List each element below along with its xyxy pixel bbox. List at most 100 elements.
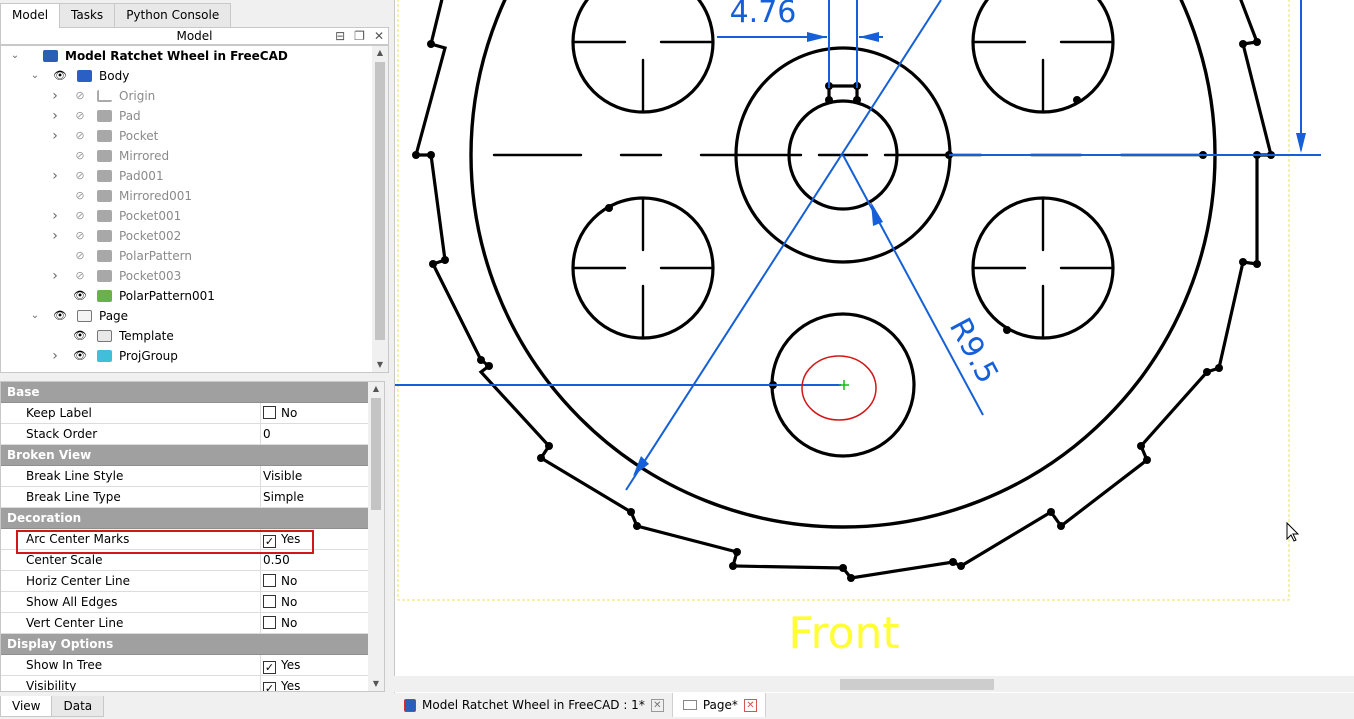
- property-group-header[interactable]: Decoration: [1, 508, 368, 529]
- view-scroll-thumb[interactable]: [840, 679, 994, 690]
- tree-item[interactable]: 👁 PolarPattern001: [1, 286, 371, 306]
- scroll-down-icon[interactable]: ▼: [368, 677, 384, 691]
- eye-hidden-icon[interactable]: ⊘: [73, 106, 87, 126]
- tree-item[interactable]: ⊘ Mirrored001: [1, 186, 371, 206]
- property-checkbox[interactable]: [263, 406, 276, 419]
- property-value[interactable]: Simple: [260, 487, 368, 507]
- property-value[interactable]: No: [260, 592, 368, 612]
- property-row[interactable]: Keep Label No: [1, 403, 368, 424]
- eye-hidden-icon[interactable]: ⊘: [73, 206, 87, 226]
- close-tab-icon[interactable]: ✕: [650, 698, 664, 712]
- property-row[interactable]: Horiz Center Line No: [1, 571, 368, 592]
- chevron-right-icon[interactable]: ›: [49, 86, 61, 106]
- eye-hidden-icon[interactable]: ⊘: [73, 226, 87, 246]
- chevron-right-icon[interactable]: ›: [49, 126, 61, 146]
- doc-tab-model[interactable]: Model Ratchet Wheel in FreeCAD : 1* ✕: [394, 693, 673, 717]
- tree-item[interactable]: › ⊘ Pad001: [1, 166, 371, 186]
- float-icon[interactable]: ⊟: [335, 28, 345, 44]
- eye-icon[interactable]: 👁: [73, 346, 87, 366]
- property-value[interactable]: No: [260, 571, 368, 591]
- property-group-header[interactable]: Broken View: [1, 445, 368, 466]
- property-value-text: Simple: [263, 490, 304, 504]
- property-checkbox[interactable]: [263, 574, 276, 587]
- close-icon[interactable]: ✕: [374, 28, 384, 44]
- techdraw-page-view[interactable]: 4.76 R9.5 Front: [394, 0, 1354, 693]
- view-label-front[interactable]: Front: [788, 608, 899, 659]
- eye-hidden-icon[interactable]: ⊘: [73, 86, 87, 106]
- tree-item[interactable]: › ⊘ Pad: [1, 106, 371, 126]
- tab-python-console[interactable]: Python Console: [114, 3, 232, 27]
- tree-item[interactable]: › ⊘ Pocket003: [1, 266, 371, 286]
- property-row[interactable]: Stack Order 0: [1, 424, 368, 445]
- eye-icon[interactable]: 👁: [53, 306, 67, 326]
- drawing-canvas[interactable]: 4.76 R9.5 Front: [395, 0, 1354, 676]
- eye-icon[interactable]: 👁: [73, 286, 87, 306]
- doc-tab-label: Page*: [702, 698, 738, 712]
- chevron-down-icon[interactable]: ⌄: [9, 46, 21, 66]
- props-scroll-thumb[interactable]: [371, 398, 381, 510]
- dimension-radius-label[interactable]: R9.5: [942, 312, 1005, 389]
- tree-item[interactable]: › ⊘ Pocket001: [1, 206, 371, 226]
- chevron-down-icon[interactable]: ⌄: [29, 66, 41, 86]
- eye-icon[interactable]: 👁: [73, 326, 87, 346]
- property-checkbox[interactable]: [263, 595, 276, 608]
- tree-item[interactable]: › ⊘ Origin: [1, 86, 371, 106]
- eye-hidden-icon[interactable]: ⊘: [73, 126, 87, 146]
- props-scrollbar[interactable]: ▲ ▼: [368, 382, 384, 691]
- property-value[interactable]: ✓ Yes: [260, 655, 368, 675]
- scroll-down-icon[interactable]: ▼: [372, 358, 388, 372]
- tree-item[interactable]: ⌄ 👁 Page: [1, 306, 371, 326]
- tab-view[interactable]: View: [0, 696, 53, 717]
- property-row[interactable]: Show All Edges No: [1, 592, 368, 613]
- chevron-right-icon[interactable]: ›: [49, 346, 61, 366]
- eye-hidden-icon[interactable]: ⊘: [73, 146, 87, 166]
- undock-icon[interactable]: ❐: [354, 28, 365, 44]
- tree-item[interactable]: › 👁 ProjGroup: [1, 346, 371, 366]
- eye-hidden-icon[interactable]: ⊘: [73, 246, 87, 266]
- chevron-right-icon[interactable]: ›: [49, 226, 61, 246]
- tree-item[interactable]: ⊘ Mirrored: [1, 146, 371, 166]
- eye-icon[interactable]: 👁: [53, 66, 67, 86]
- tree-item[interactable]: 👁 Template: [1, 326, 371, 346]
- property-row[interactable]: Visibility ✓ Yes: [1, 676, 368, 691]
- tree-scrollbar[interactable]: ▲ ▼: [372, 46, 388, 372]
- property-group-header[interactable]: Base: [1, 382, 368, 403]
- property-value[interactable]: No: [260, 403, 368, 423]
- property-row[interactable]: Break Line Style Visible: [1, 466, 368, 487]
- property-row[interactable]: Show In Tree ✓ Yes: [1, 655, 368, 676]
- tree-scroll-thumb[interactable]: [375, 62, 385, 340]
- eye-hidden-icon[interactable]: ⊘: [73, 266, 87, 286]
- chevron-right-icon[interactable]: ›: [49, 166, 61, 186]
- chevron-right-icon[interactable]: ›: [49, 266, 61, 286]
- property-group-header[interactable]: Display Options: [1, 634, 368, 655]
- tab-model[interactable]: Model: [0, 3, 61, 28]
- tree-item[interactable]: › ⊘ Pocket: [1, 126, 371, 146]
- model-tree[interactable]: ▲ ▼ ⌄ Model Ratchet Wheel in FreeCAD ⌄ 👁 Bod…: [0, 45, 389, 373]
- tree-item[interactable]: ⊘ PolarPattern: [1, 246, 371, 266]
- tree-item[interactable]: ⌄ Model Ratchet Wheel in FreeCAD: [1, 46, 371, 66]
- chevron-right-icon[interactable]: ›: [49, 206, 61, 226]
- tab-data[interactable]: Data: [51, 696, 105, 717]
- dimension-width-label[interactable]: 4.76: [730, 0, 797, 30]
- property-value[interactable]: ✓ Yes: [260, 676, 368, 691]
- close-tab-icon[interactable]: ✕: [743, 698, 757, 712]
- scroll-up-icon[interactable]: ▲: [372, 46, 388, 60]
- tree-item[interactable]: ⌄ 👁 Body: [1, 66, 371, 86]
- doc-tab-page[interactable]: Page* ✕: [672, 693, 766, 717]
- chevron-right-icon[interactable]: ›: [49, 106, 61, 126]
- property-checkbox[interactable]: ✓: [263, 682, 276, 691]
- property-value[interactable]: 0: [260, 424, 368, 444]
- property-checkbox[interactable]: ✓: [263, 661, 276, 674]
- tree-item[interactable]: › ⊘ Pocket002: [1, 226, 371, 246]
- tab-tasks[interactable]: Tasks: [59, 3, 116, 27]
- property-value[interactable]: No: [260, 613, 368, 633]
- chevron-down-icon[interactable]: ⌄: [29, 306, 41, 326]
- property-row[interactable]: Break Line Type Simple: [1, 487, 368, 508]
- eye-hidden-icon[interactable]: ⊘: [73, 166, 87, 186]
- property-row[interactable]: Vert Center Line No: [1, 613, 368, 634]
- property-value[interactable]: Visible: [260, 466, 368, 486]
- scroll-up-icon[interactable]: ▲: [368, 382, 384, 396]
- view-horizontal-scrollbar[interactable]: [394, 676, 1354, 692]
- property-checkbox[interactable]: [263, 616, 276, 629]
- eye-hidden-icon[interactable]: ⊘: [73, 186, 87, 206]
